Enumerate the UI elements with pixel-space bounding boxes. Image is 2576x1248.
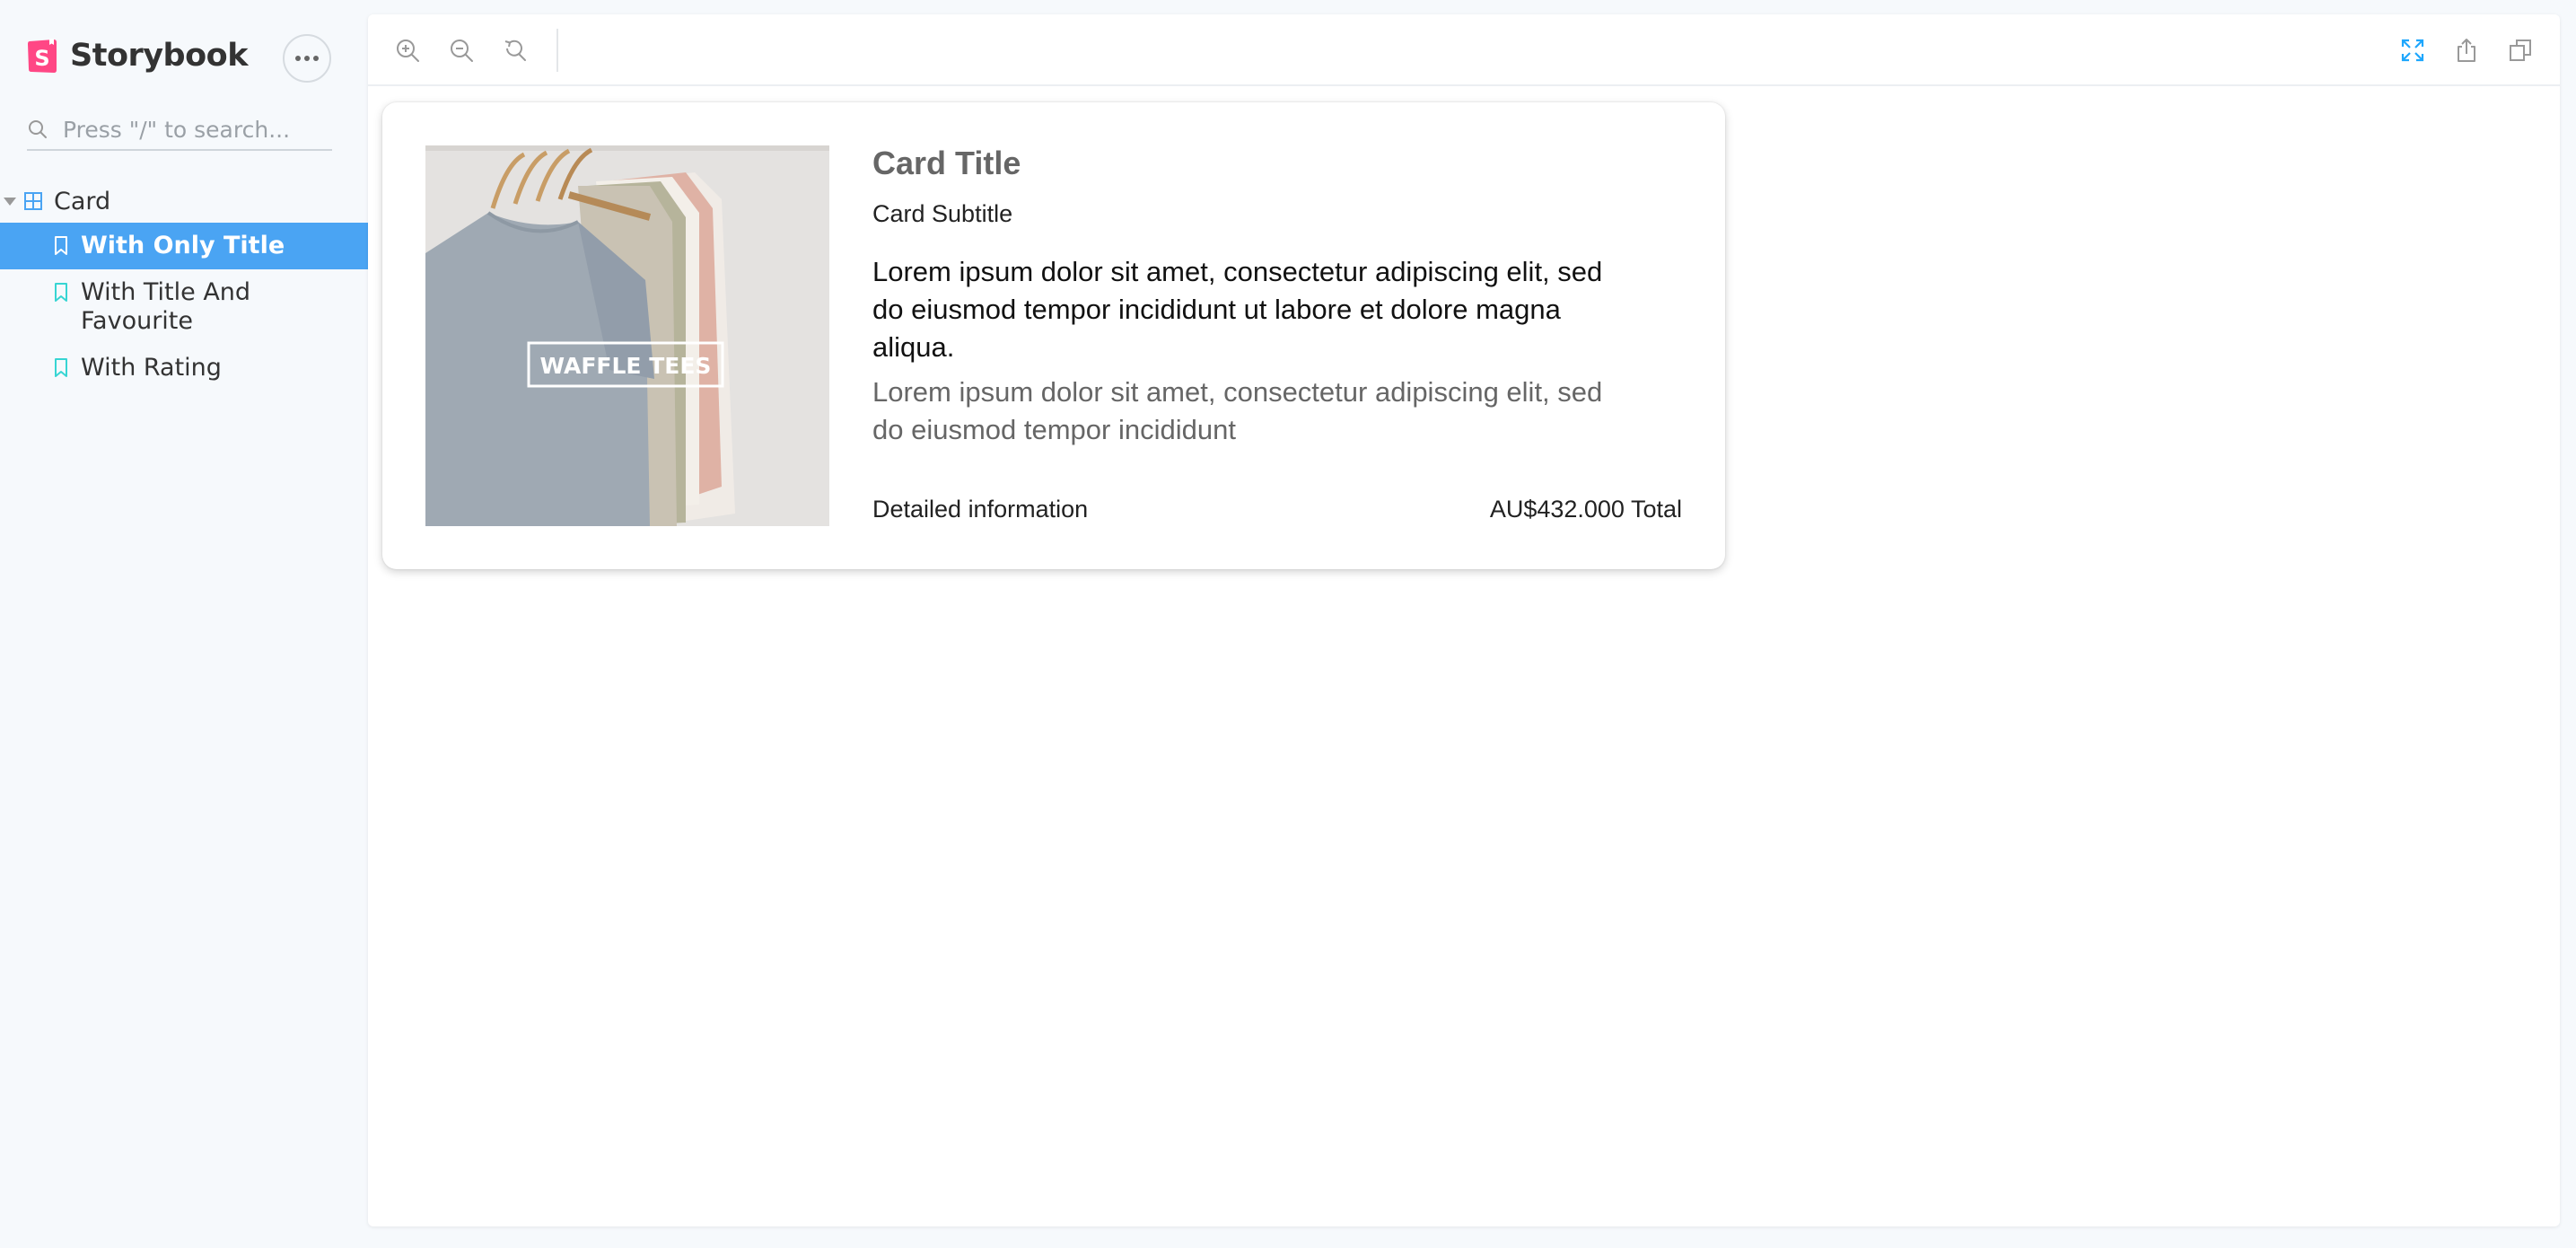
- svg-text:S: S: [34, 46, 49, 71]
- card-subtitle: Card Subtitle: [872, 200, 1013, 227]
- image-brand-text: WAFFLE TEES: [540, 353, 712, 379]
- bookmark-icon: [55, 236, 67, 255]
- app-name: Storybook: [70, 38, 248, 74]
- view-tools: [2386, 23, 2547, 77]
- sidebar-menu-button[interactable]: [283, 34, 331, 83]
- sidebar-item-with-only-title[interactable]: With Only Title: [0, 223, 368, 269]
- card-secondary-text: Lorem ipsum dolor sit amet, consectetur …: [872, 376, 1603, 445]
- zoom-out-button[interactable]: [434, 23, 488, 77]
- card: WAFFLE TEES Card Title Card Subtitle Lor…: [382, 102, 1725, 569]
- sidebar-item-label: With Title And Favourite: [81, 278, 251, 335]
- share-button[interactable]: [2440, 23, 2493, 77]
- toolbar-divider: [556, 29, 558, 72]
- storybook-brand[interactable]: S Storybook: [27, 38, 248, 74]
- share-icon: [2458, 39, 2475, 62]
- sidebar-item-with-rating[interactable]: With Rating: [0, 345, 368, 391]
- card-body: Card Title Card Subtitle Lorem ipsum dol…: [872, 145, 1680, 449]
- caret-down-icon: [4, 197, 16, 206]
- storybook-logo-icon: S: [28, 39, 57, 73]
- card-footer: Detailed information AU$432.000 Total: [872, 496, 1682, 523]
- search-box: [27, 110, 332, 151]
- reset-zoom-icon: [504, 40, 526, 61]
- zoom-out-icon: [451, 40, 473, 62]
- zoom-tools: [381, 23, 542, 77]
- zoom-in-button[interactable]: [381, 23, 434, 77]
- component-icon: [24, 192, 42, 210]
- tree-group-card[interactable]: Card: [0, 180, 368, 223]
- tree-group-label: Card: [54, 187, 111, 215]
- sidebar-item-label: With Rating: [81, 354, 222, 382]
- sidebar-item-with-title-and-favourite[interactable]: With Title And Favourite: [0, 269, 368, 345]
- card-image: WAFFLE TEES: [425, 145, 829, 526]
- search-icon: [29, 120, 47, 138]
- bookmark-icon: [55, 283, 67, 302]
- card-footer-detail: Detailed information: [872, 496, 1089, 523]
- copy-icon: [2510, 40, 2531, 61]
- card-footer-total: AU$432.000 Total: [1489, 496, 1682, 523]
- story-tree: Card With Only Title With Title And Favo…: [0, 180, 368, 391]
- zoom-in-icon: [397, 40, 419, 62]
- fullscreen-icon: [2401, 39, 2424, 62]
- card-title: Card Title: [872, 145, 1021, 181]
- sidebar: S Storybook Card With Onl: [0, 0, 368, 1248]
- fullscreen-button[interactable]: [2386, 23, 2440, 77]
- copy-button[interactable]: [2493, 23, 2547, 77]
- reset-zoom-button[interactable]: [488, 23, 542, 77]
- sidebar-item-label: With Only Title: [81, 232, 285, 259]
- tshirts-image: WAFFLE TEES: [425, 145, 829, 526]
- preview-toolbar: [368, 14, 2560, 86]
- ellipsis-icon: [295, 56, 319, 61]
- bookmark-icon: [55, 358, 67, 377]
- card-text: Lorem ipsum dolor sit amet, consectetur …: [872, 256, 1603, 363]
- search-input[interactable]: [61, 115, 321, 144]
- preview-panel: WAFFLE TEES Card Title Card Subtitle Lor…: [368, 14, 2560, 1226]
